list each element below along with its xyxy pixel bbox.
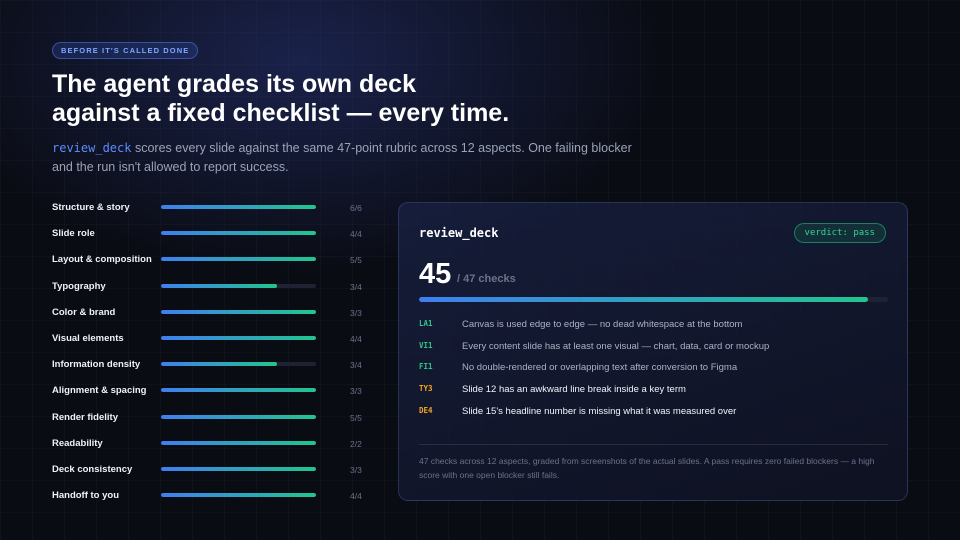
aspect-progress-fill xyxy=(161,440,316,445)
divider xyxy=(419,444,888,445)
footnote: 47 checks across 12 aspects, graded from… xyxy=(419,456,875,480)
aspect-score: 4/4 xyxy=(350,333,362,344)
aspect-score: 2/2 xyxy=(350,438,362,449)
aspect-row: Color & brand 3/3 xyxy=(52,303,372,329)
aspect-row: Render fidelity 5/5 xyxy=(52,408,372,434)
aspect-progress-fill xyxy=(161,205,316,209)
check-text: No double-rendered or overlapping text a… xyxy=(462,362,738,374)
check-text: Slide 12 has an awkward line break insid… xyxy=(462,384,686,396)
eyebrow-badge: BEFORE IT'S CALLED DONE xyxy=(52,42,199,59)
check-row: LA1 Canvas is used edge to edge — no dead… xyxy=(419,316,889,338)
check-text: Every content slide has at least one vis… xyxy=(462,340,770,352)
aspect-label: Typography xyxy=(52,280,106,292)
aspect-score: 6/6 xyxy=(350,203,362,213)
score-progress-fill xyxy=(419,297,869,302)
aspect-score: 3/3 xyxy=(350,464,362,475)
check-text: Canvas is used edge to edge — no dead wh… xyxy=(462,319,743,330)
check-code: FI1 xyxy=(419,362,433,372)
check-row: FI1 No double-rendered or overlapping tex… xyxy=(419,359,889,381)
check-code: VI1 xyxy=(419,340,433,350)
aspect-label: Alignment & spacing xyxy=(52,385,147,397)
check-text: Slide 15's headline number is missing wh… xyxy=(462,405,737,417)
aspect-label: Slide role xyxy=(52,228,95,240)
aspect-list: Structure & story 6/6 Slide role 4/4 Layout … xyxy=(52,198,372,512)
aspect-progress-track xyxy=(161,493,316,498)
aspect-score: 3/3 xyxy=(350,386,362,397)
aspect-row: Readability 2/2 xyxy=(52,434,372,460)
aspect-progress-track xyxy=(161,362,316,367)
page-title: The agent grades its own deck against a … xyxy=(52,70,652,128)
aspect-progress-track xyxy=(161,440,316,445)
check-row: TY3 Slide 12 has an awkward line break in… xyxy=(419,381,889,403)
check-list: LA1 Canvas is used edge to edge — no dead… xyxy=(419,316,889,424)
aspect-label: Visual elements xyxy=(52,332,124,344)
aspect-progress-fill xyxy=(161,283,278,288)
aspect-progress-track xyxy=(161,205,316,209)
check-row: VI1 Every content slide has at least one … xyxy=(419,338,889,360)
aspect-label: Information density xyxy=(52,359,141,371)
check-code: LA1 xyxy=(419,319,433,328)
aspect-row: Structure & story 6/6 xyxy=(52,198,372,224)
aspect-progress-fill xyxy=(161,309,316,314)
aspect-label: Render fidelity xyxy=(52,411,118,423)
aspect-score: 5/5 xyxy=(350,412,362,423)
aspect-row: Slide role 4/4 xyxy=(52,224,372,250)
aspect-label: Layout & composition xyxy=(52,254,152,266)
aspect-progress-fill xyxy=(161,335,316,340)
aspect-row: Visual elements 4/4 xyxy=(52,329,372,355)
aspect-label: Deck consistency xyxy=(52,463,133,475)
review-panel: review_deck verdict: pass 45 / 47 checks… xyxy=(398,202,908,501)
check-row: DE4 Slide 15's headline number is missing… xyxy=(419,403,889,425)
aspect-progress-track xyxy=(161,335,316,340)
score-total: / 47 checks xyxy=(457,273,516,285)
aspect-score: 4/4 xyxy=(350,229,362,240)
check-code: TY3 xyxy=(419,384,433,394)
aspect-label: Readability xyxy=(52,437,103,449)
aspect-label: Color & brand xyxy=(52,306,116,318)
score-progress-track xyxy=(419,297,888,302)
aspect-progress-fill xyxy=(161,231,316,236)
aspect-label: Structure & story xyxy=(52,202,130,213)
aspect-progress-track xyxy=(161,283,316,288)
subtitle: review_deck scores every slide against t… xyxy=(52,139,652,177)
aspect-label: Handoff to you xyxy=(52,490,120,502)
aspect-score: 3/3 xyxy=(350,307,362,318)
aspect-row: Handoff to you 4/4 xyxy=(52,486,372,512)
aspect-progress-fill xyxy=(161,388,316,393)
subtitle-code: review_deck xyxy=(52,141,132,155)
aspect-row: Layout & composition 5/5 xyxy=(52,250,372,276)
check-code: DE4 xyxy=(419,405,433,415)
aspect-progress-fill xyxy=(161,362,278,367)
aspect-progress-track xyxy=(161,414,316,419)
verdict-badge: verdict: pass xyxy=(793,223,886,243)
aspect-progress-fill xyxy=(161,493,316,498)
aspect-score: 4/4 xyxy=(350,491,362,502)
aspect-row: Deck consistency 3/3 xyxy=(52,460,372,486)
aspect-progress-fill xyxy=(161,414,316,419)
aspect-progress-track xyxy=(161,466,316,471)
aspect-progress-track xyxy=(161,257,316,262)
aspect-progress-track xyxy=(161,231,316,236)
aspect-progress-track xyxy=(161,309,316,314)
title-line-2: against a fixed checklist — every time. xyxy=(52,99,510,127)
aspect-progress-fill xyxy=(161,257,316,262)
aspect-row: Typography 3/4 xyxy=(52,277,372,303)
aspect-progress-fill xyxy=(161,466,316,471)
aspect-row: Alignment & spacing 3/3 xyxy=(52,381,372,407)
aspect-score: 3/4 xyxy=(350,360,362,371)
title-line-1: The agent grades its own deck xyxy=(52,70,416,98)
aspect-progress-track xyxy=(161,388,316,393)
panel-title: review_deck xyxy=(419,226,499,240)
aspect-score: 3/4 xyxy=(350,281,362,292)
aspect-row: Information density 3/4 xyxy=(52,355,372,381)
score-value: 45 xyxy=(419,258,452,290)
subtitle-text: scores every slide against the same 47-p… xyxy=(52,141,632,174)
aspect-score: 5/5 xyxy=(350,255,362,266)
